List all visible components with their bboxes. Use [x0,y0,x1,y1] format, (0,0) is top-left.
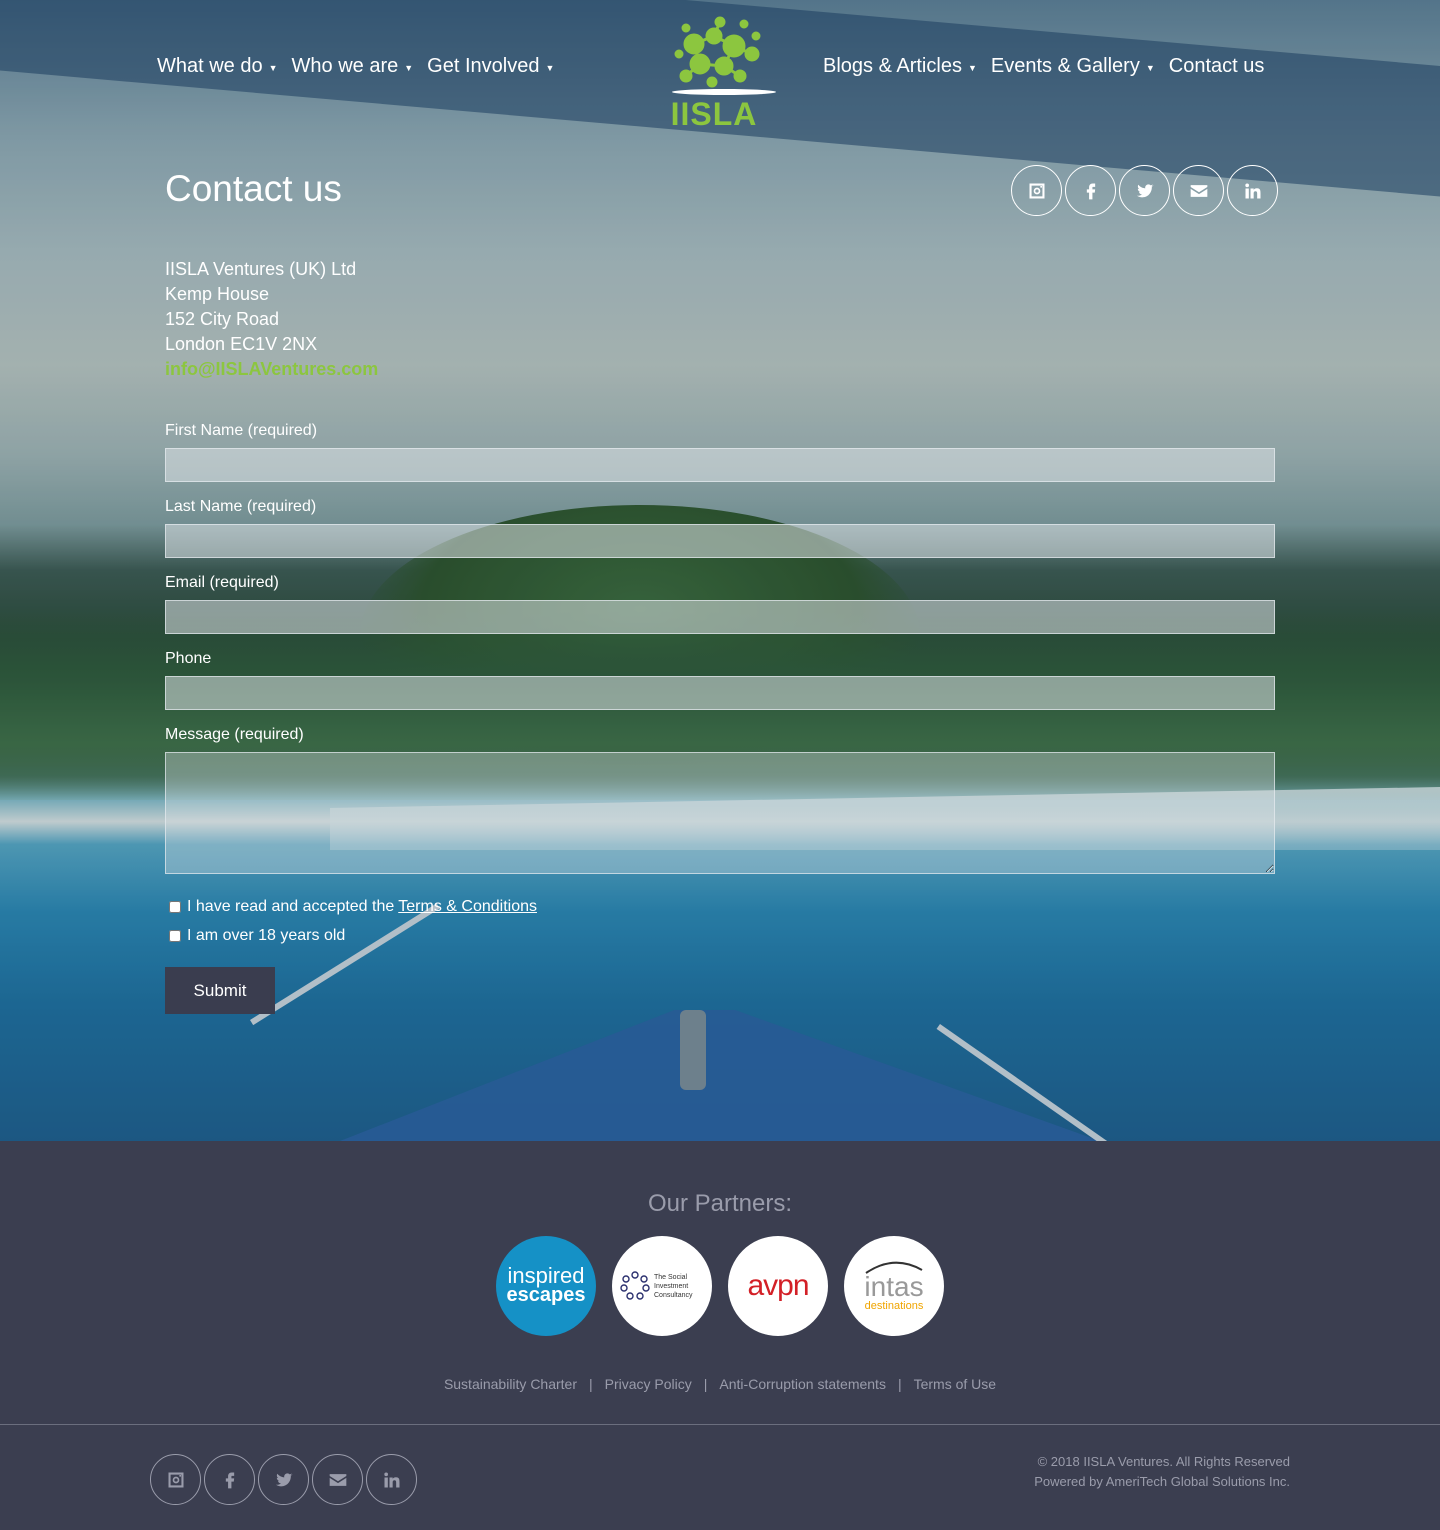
partner-logo-text: The Social Investment Consultancy [654,1273,693,1299]
twitter-button[interactable] [1119,165,1170,216]
first-name-input[interactable] [165,448,1275,482]
page-title: Contact us [165,168,342,209]
envelope-icon [1190,184,1207,197]
linkedin-button[interactable] [1227,165,1278,216]
partner-logo-text: escapes [506,1284,586,1306]
facebook-icon [225,1472,234,1488]
company-address: IISLA Ventures (UK) Ltd Kemp House 152 C… [165,257,378,382]
instagram-button[interactable] [1011,165,1062,216]
social-links-top [1011,165,1278,216]
dots-circle-icon [620,1271,650,1300]
message-label: Message (required) [165,726,304,743]
chevron-down-icon: ▼ [545,63,555,73]
email-label: Email (required) [165,574,279,591]
logo-text: IISLA [670,96,758,132]
address-line: London EC1V 2NX [165,334,318,354]
nav-item-who-we-are[interactable]: Who we are ▼ [292,52,414,80]
anti-corruption-link[interactable]: Anti-Corruption statements [719,1376,886,1392]
age-row: I am over 18 years old [165,921,1275,950]
submit-button[interactable]: Submit [165,967,275,1014]
linkedin-button[interactable] [366,1454,417,1505]
chevron-down-icon: ▼ [1145,63,1155,73]
last-name-label: Last Name (required) [165,498,317,515]
linkedin-icon [1244,183,1260,198]
nav-item-label: Get Involved [427,54,540,77]
separator: | [703,1376,708,1392]
chevron-down-icon: ▼ [404,63,414,73]
nav-item-events-gallery[interactable]: Events & Gallery ▼ [991,52,1155,80]
phone-label: Phone [165,650,212,667]
nav-item-label: Contact us [1168,54,1265,77]
terms-checkbox[interactable] [169,900,181,913]
instagram-icon [168,1472,183,1487]
partner-logo-text: avpn [747,1269,809,1302]
email-input[interactable] [165,600,1275,634]
partners-title: Our Partners: [647,1190,793,1217]
facebook-button[interactable] [1065,165,1116,216]
powered-by-text[interactable]: Powered by AmeriTech Global Solutions In… [1034,1472,1290,1492]
address-line: 152 City Road [165,309,280,329]
phone-input[interactable] [165,676,1275,710]
sustainability-charter-link[interactable]: Sustainability Charter [444,1376,577,1392]
footer: Our Partners: inspired escapes The Socia… [0,1141,1440,1530]
contact-form: First Name (required) Last Name (require… [165,420,1275,1014]
twitter-icon [1136,183,1153,197]
partner-logo: The Social Investment Consultancy [620,1271,704,1301]
social-links-bottom [150,1454,417,1505]
nav-right: Blogs & Articles ▼ Events & Gallery ▼ Co… [823,52,1264,80]
partner-intas-destinations[interactable]: intas destinations [844,1236,944,1336]
facebook-button[interactable] [204,1454,255,1505]
last-name-input[interactable] [165,524,1275,558]
partner-logo-text: inspired [507,1263,585,1288]
email-button[interactable] [312,1454,363,1505]
first-name-label: First Name (required) [165,422,318,439]
partner-inspired-escapes[interactable]: inspired escapes [496,1236,596,1336]
nav-item-blogs-articles[interactable]: Blogs & Articles ▼ [823,52,977,80]
hero-section: What we do ▼ Who we are ▼ Get Involved ▼ [0,0,1440,1141]
email-button[interactable] [1173,165,1224,216]
privacy-policy-link[interactable]: Privacy Policy [605,1376,692,1392]
partners-list: inspired escapes The Social Investment C… [496,1236,944,1336]
twitter-icon [275,1472,292,1486]
address-line: Kemp House [165,284,270,304]
partner-social-investment-consultancy[interactable]: The Social Investment Consultancy [612,1236,712,1336]
footer-divider [0,1424,1440,1425]
facebook-icon [1086,183,1095,199]
separator: | [897,1376,902,1392]
nav-item-label: Blogs & Articles [823,54,962,77]
copyright-text: © 2018 IISLA Ventures. All Rights Reserv… [1037,1454,1290,1469]
nav-item-label: Who we are [291,54,399,77]
instagram-icon [1029,183,1044,198]
chevron-down-icon: ▼ [967,63,977,73]
terms-row: I have read and accepted the Terms & Con… [165,892,1275,921]
logo-mark-icon [672,16,776,95]
chevron-down-icon: ▼ [268,63,278,73]
nav-item-label: What we do [157,54,263,77]
iisla-logo[interactable]: IISLA [664,14,776,132]
terms-of-use-link[interactable]: Terms of Use [914,1376,996,1392]
partner-logo-text: intas [864,1271,924,1302]
separator: | [589,1376,593,1392]
envelope-icon [329,1473,346,1486]
instagram-button[interactable] [150,1454,201,1505]
terms-link[interactable]: Terms & Conditions [398,898,537,916]
email-link[interactable]: info@IISLAVentures.com [165,359,378,379]
partner-avpn[interactable]: avpn [728,1236,828,1336]
age-text: I am over 18 years old [187,926,346,944]
nav-left: What we do ▼ Who we are ▼ Get Involved ▼ [157,52,554,80]
terms-text: I have read and accepted the [187,897,395,915]
nav-item-contact-us[interactable]: Contact us [1169,52,1265,80]
message-textarea[interactable] [165,752,1275,874]
linkedin-icon [383,1472,399,1487]
nav-item-get-involved[interactable]: Get Involved ▼ [427,52,554,80]
address-line: IISLA Ventures (UK) Ltd [165,259,357,279]
copyright-block: © 2018 IISLA Ventures. All Rights Reserv… [1034,1452,1290,1492]
twitter-button[interactable] [258,1454,309,1505]
age-checkbox[interactable] [169,929,181,942]
nav-item-label: Events & Gallery [990,54,1140,77]
nav-item-what-we-do[interactable]: What we do ▼ [157,52,278,80]
partner-logo-text: destinations [864,1300,924,1312]
footer-links: Sustainability Charter | Privacy Policy … [0,1376,1440,1392]
